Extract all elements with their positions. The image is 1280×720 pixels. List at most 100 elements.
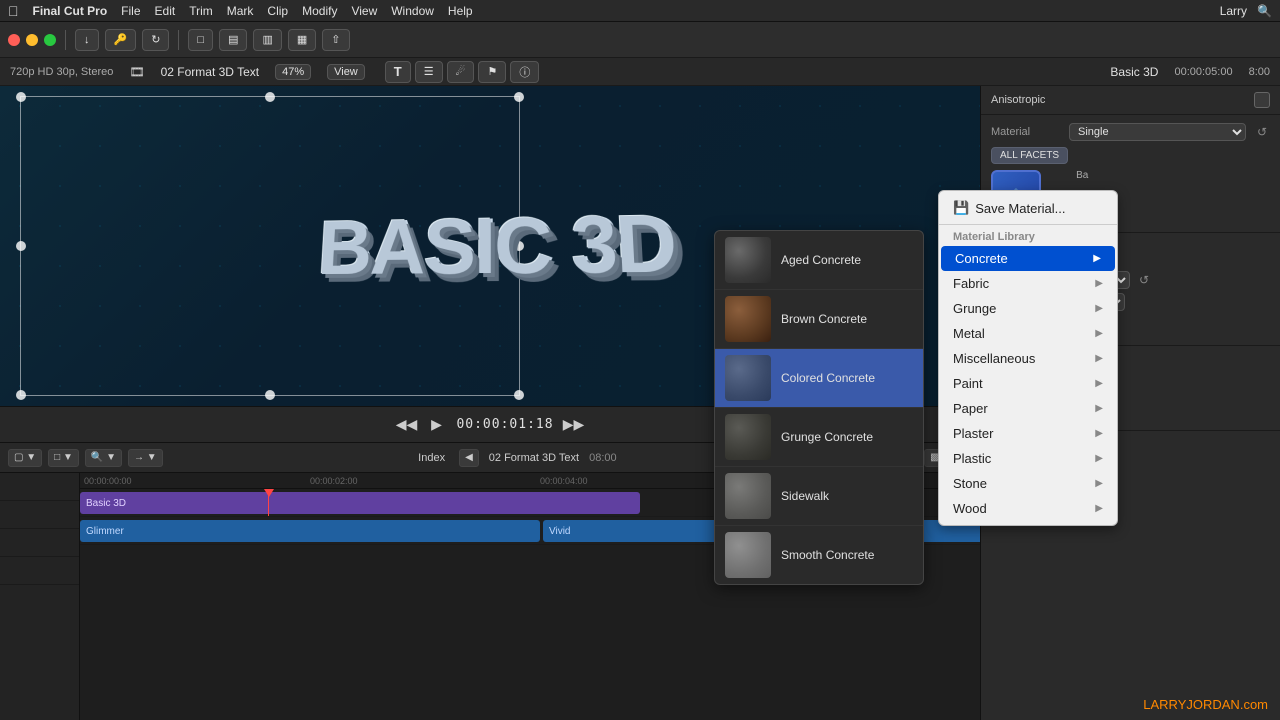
track-labels (0, 473, 80, 720)
concrete-item-sidewalk[interactable]: Sidewalk (715, 467, 923, 526)
menu-help[interactable]: Help (448, 4, 473, 18)
layout-button-4[interactable]: ▦ (288, 29, 316, 51)
concrete-submenu[interactable]: Aged Concrete Brown Concrete Colored Con… (714, 230, 924, 585)
material-reset-button[interactable]: ↺ (1254, 124, 1270, 140)
track-label-basic3d (0, 501, 79, 529)
timecode-display: 00:00:05:00 (1174, 66, 1232, 78)
menu-file[interactable]: File (121, 4, 140, 18)
menu-app[interactable]: Final Cut Pro (33, 4, 108, 18)
inspector-grid-button[interactable]: ☄ (447, 61, 475, 83)
metal-chevron-icon: ▶ (1095, 328, 1103, 339)
camera-icon: 🎞 (129, 65, 144, 79)
tc-0: 00:00:00:00 (84, 476, 132, 486)
close-button[interactable] (8, 34, 20, 46)
apple-logo[interactable]:  (8, 3, 19, 19)
inspector-list-button[interactable]: ☰ (415, 61, 443, 83)
category-plastic[interactable]: Plastic ▶ (939, 446, 1117, 471)
menubar-right: Larry 🔍 (1220, 4, 1272, 18)
category-miscellaneous[interactable]: Miscellaneous ▶ (939, 346, 1117, 371)
category-stone[interactable]: Stone ▶ (939, 471, 1117, 496)
text-style-button[interactable]: T (385, 61, 411, 83)
layout-button-2[interactable]: ▤ (219, 29, 247, 51)
category-grunge[interactable]: Grunge ▶ (939, 296, 1117, 321)
save-material-item[interactable]: 💾 Save Material... (939, 195, 1117, 221)
zoom-control[interactable]: 47% (275, 64, 311, 80)
material-label: Material (991, 126, 1061, 138)
toolbar: ↓ 🔑 ↻ □ ▤ ▥ ▦ ⇧ (0, 22, 1280, 58)
export-button[interactable]: ⇧ (322, 29, 349, 51)
grunge-chevron-icon: ▶ (1095, 303, 1103, 314)
concrete-item-colored[interactable]: Colored Concrete (715, 349, 923, 408)
category-concrete[interactable]: Concrete ▶ (941, 246, 1115, 271)
menu-view[interactable]: View (351, 4, 377, 18)
aged-concrete-thumb (725, 237, 771, 283)
arrow-down-button[interactable]: ↓ (75, 29, 99, 51)
concrete-item-brown[interactable]: Brown Concrete (715, 290, 923, 349)
wood-chevron-icon: ▶ (1095, 503, 1103, 514)
material-preview-label: Ba (1076, 170, 1088, 181)
index-label: Index (418, 452, 445, 464)
play-button[interactable]: ▶ (426, 415, 446, 435)
material-library-header: Material Library (939, 228, 1117, 246)
category-fabric[interactable]: Fabric ▶ (939, 271, 1117, 296)
rewind-button[interactable]: ◀◀ (396, 415, 416, 435)
layout-button-3[interactable]: ▥ (253, 29, 281, 51)
concrete-item-smooth[interactable]: Smooth Concrete (715, 526, 923, 584)
save-disk-icon: 💾 (953, 200, 969, 216)
menu-clip[interactable]: Clip (267, 4, 288, 18)
fast-forward-button[interactable]: ▶▶ (564, 415, 584, 435)
plastic-reset-button[interactable]: ↺ (1136, 272, 1152, 288)
toolbar-sep-2 (178, 30, 179, 50)
category-plaster[interactable]: Plaster ▶ (939, 421, 1117, 446)
timeline-arrow-button[interactable]: → ▼ (128, 449, 163, 467)
save-material-popup[interactable]: 💾 Save Material... Material Library Conc… (938, 190, 1118, 526)
timecode-current: 00:00:01:18 (456, 417, 553, 432)
menu-edit[interactable]: Edit (155, 4, 176, 18)
all-facets-button[interactable]: ALL FACETS (991, 147, 1068, 164)
fabric-chevron-icon: ▶ (1095, 278, 1103, 289)
inspector-info-button[interactable]: ⓘ (510, 61, 539, 83)
category-paint[interactable]: Paint ▶ (939, 371, 1117, 396)
smooth-concrete-thumb (725, 532, 771, 578)
category-paper[interactable]: Paper ▶ (939, 396, 1117, 421)
timeline-nav-prev[interactable]: ◀ (459, 449, 479, 467)
material-select[interactable]: Single Multiple (1069, 123, 1246, 141)
format-info: 720p HD 30p, Stereo (10, 66, 113, 78)
menu-mark[interactable]: Mark (227, 4, 254, 18)
effect-name: Basic 3D (1110, 65, 1158, 79)
menubar:  Final Cut Pro File Edit Trim Mark Clip… (0, 0, 1280, 22)
timeline-clip-button[interactable]: □ ▼ (48, 449, 79, 467)
timeline-view-button[interactable]: ▢ ▼ (8, 449, 42, 467)
sidewalk-label: Sidewalk (781, 489, 829, 503)
traffic-lights (8, 34, 56, 46)
anisotropic-checkbox[interactable] (1254, 92, 1270, 108)
info-right: Basic 3D 00:00:05:00 8:00 (1110, 65, 1270, 79)
colored-concrete-thumb (725, 355, 771, 401)
key-button[interactable]: 🔑 (105, 29, 137, 51)
track-label-vivid (0, 557, 79, 585)
refresh-button[interactable]: ↻ (142, 29, 169, 51)
clip-glimmer[interactable]: Glimmer (80, 520, 540, 542)
colored-concrete-label: Colored Concrete (781, 371, 875, 385)
sidewalk-thumb (725, 473, 771, 519)
aged-concrete-label: Aged Concrete (781, 253, 861, 267)
search-icon[interactable]: 🔍 (1257, 4, 1272, 18)
concrete-item-grunge[interactable]: Grunge Concrete (715, 408, 923, 467)
menu-window[interactable]: Window (391, 4, 434, 18)
category-metal[interactable]: Metal ▶ (939, 321, 1117, 346)
miscellaneous-chevron-icon: ▶ (1095, 353, 1103, 364)
menu-modify[interactable]: Modify (302, 4, 337, 18)
layout-button-1[interactable]: □ (188, 29, 213, 51)
grunge-concrete-thumb (725, 414, 771, 460)
timeline-zoom-button[interactable]: 🔍 ▼ (85, 449, 122, 467)
concrete-item-aged[interactable]: Aged Concrete (715, 231, 923, 290)
view-button[interactable]: View (327, 64, 365, 80)
clip-basic3d[interactable]: Basic 3D (80, 492, 640, 514)
minimize-button[interactable] (26, 34, 38, 46)
duration-display: 8:00 (1249, 66, 1270, 78)
maximize-button[interactable] (44, 34, 56, 46)
inspector-flag-button[interactable]: ⚑ (478, 61, 506, 83)
category-wood[interactable]: Wood ▶ (939, 496, 1117, 521)
menu-trim[interactable]: Trim (189, 4, 213, 18)
paint-chevron-icon: ▶ (1095, 378, 1103, 389)
